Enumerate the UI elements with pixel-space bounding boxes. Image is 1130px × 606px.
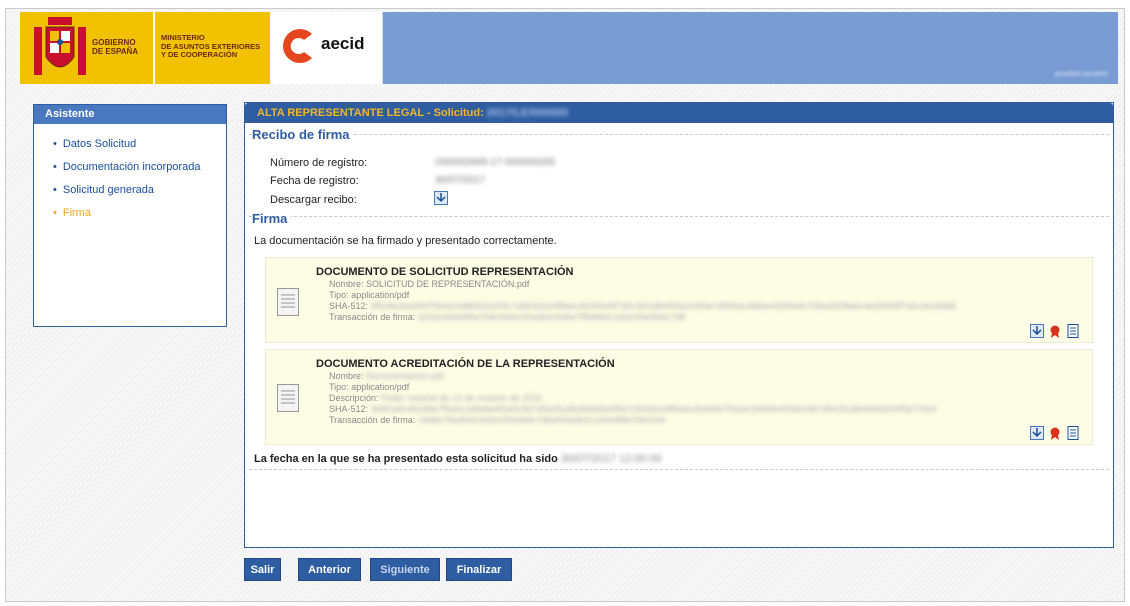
download-icon[interactable] (1030, 426, 1044, 440)
document-sha: SHA-512: 3e8f1a6c4b2d9e7f5a3c1b8d6e4f2a0… (329, 404, 937, 414)
fecha-registro-label: Fecha de registro: (270, 175, 359, 187)
sidebar-title: Asistente (34, 105, 226, 124)
salir-button[interactable]: Salir (244, 558, 281, 581)
recibo-title: Recibo de firma (252, 127, 354, 142)
ministerio-logo: MINISTERIO DE ASUNTOS EXTERIORES Y DE CO… (154, 12, 270, 84)
sidebar-item-label: Firma (62, 207, 91, 219)
sidebar-item-label: Datos Solicitud (62, 138, 137, 150)
document-actions (1030, 324, 1084, 338)
solicitud-number: 2017/LE/000000 (486, 107, 569, 119)
site-header: GOBIERNO DE ESPAÑA MINISTERIO DE ASUNTOS… (20, 12, 1118, 84)
sidebar-item-label: Solicitud generada (62, 184, 154, 196)
certificate-icon[interactable] (1048, 426, 1062, 440)
coat-of-arms-icon (34, 17, 86, 75)
siguiente-button[interactable]: Siguiente (370, 558, 440, 581)
divider (249, 216, 1109, 217)
ministerio-text: MINISTERIO DE ASUNTOS EXTERIORES Y DE CO… (161, 33, 261, 59)
document-nombre: Nombre: SOLICITUD DE REPRESENTACIÓN.pdf (329, 279, 530, 289)
certificate-icon[interactable] (1048, 324, 1062, 338)
aecid-text: aecid (321, 34, 365, 53)
fecha-presentacion: La fecha en la que se ha presentado esta… (254, 453, 662, 465)
download-icon[interactable] (1030, 324, 1044, 338)
document-transaccion: Transacción de firma: a1b2c3d4e5f6a7b8c9… (329, 312, 686, 322)
anterior-button[interactable]: Anterior (298, 558, 361, 581)
document-title: DOCUMENTO ACREDITACIÓN DE LA REPRESENTAC… (316, 358, 615, 370)
gobierno-text: GOBIERNO DE ESPAÑA (92, 38, 139, 56)
firma-title: Firma (252, 211, 292, 226)
sidebar-item-solicitud-generada[interactable]: • Solicitud generada (53, 184, 226, 207)
user-label: prueba.usuario (1054, 69, 1108, 78)
document-nombre: Nombre: Documentacion.pdf (329, 371, 444, 381)
divider (249, 134, 1109, 135)
sidebar-item-firma[interactable]: • Firma (53, 207, 226, 230)
wizard-sidebar: Asistente • Datos Solicitud • Documentació… (33, 104, 227, 327)
document-descripcion: Descripción: Poder notarial de 12 de oct… (329, 393, 543, 403)
sidebar-item-datos-solicitud[interactable]: • Datos Solicitud (53, 138, 226, 161)
document-icon (277, 384, 299, 412)
divider (249, 469, 1109, 470)
logo-block: GOBIERNO DE ESPAÑA MINISTERIO DE ASUNTOS… (20, 12, 383, 84)
document-icon[interactable] (1066, 324, 1080, 338)
document-actions (1030, 426, 1084, 440)
document-title: DOCUMENTO DE SOLICITUD REPRESENTACIÓN (316, 266, 574, 278)
main-header: ALTA REPRESENTANTE LEGAL - Solicitud: 20… (245, 103, 1113, 123)
main-panel: ALTA REPRESENTANTE LEGAL - Solicitud: 20… (244, 102, 1114, 548)
document-card: DOCUMENTO ACREDITACIÓN DE LA REPRESENTAC… (265, 349, 1093, 445)
aecid-logo-icon (282, 29, 312, 64)
sidebar-item-label: Documentación incorporada (62, 161, 201, 173)
firma-message: La documentación se ha firmado y present… (254, 235, 557, 247)
document-tipo: Tipo: application/pdf (329, 290, 410, 300)
numero-registro-value: O00002845-17-000000265 (435, 157, 556, 168)
sidebar-item-documentacion[interactable]: • Documentación incorporada (53, 161, 226, 184)
numero-registro-label: Número de registro: (270, 157, 368, 169)
download-icon[interactable] (434, 191, 448, 205)
document-tipo: Tipo: application/pdf (329, 382, 410, 392)
sidebar-list: • Datos Solicitud • Documentación incorpor… (34, 124, 226, 230)
finalizar-button[interactable]: Finalizar (446, 558, 512, 581)
document-transaccion: Transacción de firma: c9d8e7f6a5b4c3d2e1… (329, 415, 666, 425)
fecha-registro-value: 30/07/2017 (435, 175, 486, 186)
document-icon (277, 288, 299, 316)
document-card: DOCUMENTO DE SOLICITUD REPRESENTACIÓN No… (265, 257, 1093, 343)
document-icon[interactable] (1066, 426, 1080, 440)
main-header-label: ALTA REPRESENTANTE LEGAL - Solicitud: (257, 107, 484, 119)
descargar-recibo-label: Descargar recibo: (270, 194, 357, 206)
gobierno-logo: GOBIERNO DE ESPAÑA (20, 12, 153, 84)
document-sha: SHA-512: 6f5c8e2a1b9d7f3e4c0a8b6d2e1f9c7… (329, 301, 957, 311)
